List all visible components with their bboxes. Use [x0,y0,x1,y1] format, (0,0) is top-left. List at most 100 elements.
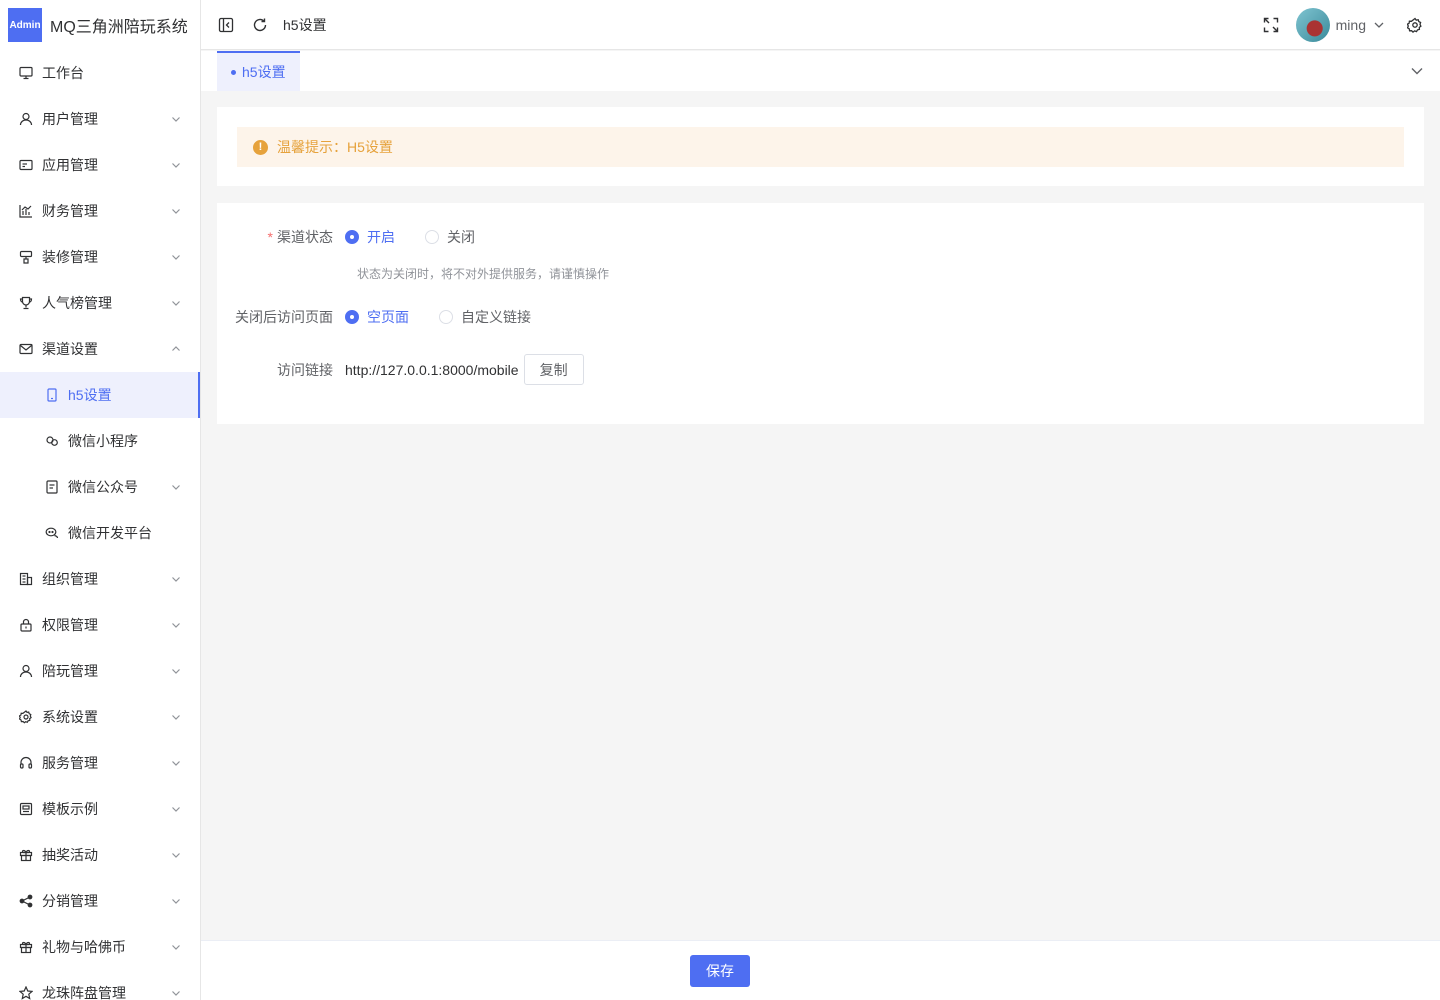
sidebar-item[interactable]: 微信公众号 [0,464,200,510]
channel-status-help: 状态为关闭时，将不对外提供服务，请谨慎操作 [357,267,610,281]
save-button[interactable]: 保存 [690,955,750,987]
sidebar-item-label: 权限管理 [42,617,98,633]
gift-icon [18,847,34,863]
sidebar-item[interactable]: 系统设置 [0,694,200,740]
chevron-down-icon [170,665,182,677]
sidebar-item-label: 组织管理 [42,571,98,587]
radio-circle [425,230,439,244]
channel-status-label: * 渠道状态 [267,229,333,245]
sidebar-item-label: 抽奖活动 [42,847,98,863]
radio-channel-open[interactable]: 开启 [345,227,395,247]
star-icon [18,985,34,1000]
username[interactable]: ming [1336,17,1366,33]
person-icon [18,663,34,679]
sidebar-item-label: 渠道设置 [42,341,98,357]
sidebar-item[interactable]: 模板示例 [0,786,200,832]
mail-icon [18,341,34,357]
copy-button[interactable]: 复制 [523,354,584,385]
chevron-down-icon [170,205,182,217]
sidebar-item[interactable]: 装修管理 [0,234,200,280]
tabs-bar: h5设置 [201,51,1440,91]
sidebar-item-label: 服务管理 [42,755,98,771]
chevron-down-icon [170,757,182,769]
logo[interactable]: Admin MQ三角洲陪玩系统 [0,0,200,50]
alert-text: 温馨提示：H5设置 [277,139,393,155]
channel-status-row: * 渠道状态 开启 关闭 [217,227,505,247]
chevron-down-icon [170,849,182,861]
app-title: MQ三角洲陪玩系统 [50,19,188,36]
radio-blank-page[interactable]: 空页面 [345,307,409,327]
radio-circle [345,310,359,324]
sidebar-item[interactable]: h5设置 [0,372,200,418]
chevron-down-icon [170,297,182,309]
chevron-up-icon [170,343,182,355]
warning-icon: ! [253,139,268,155]
chevron-down-icon [170,251,182,263]
gear-icon[interactable] [1406,16,1424,34]
sidebar-item[interactable]: 微信开发平台 [0,510,200,556]
radio-custom-link[interactable]: 自定义链接 [439,307,531,327]
sidebar-item-label: 陪玩管理 [42,663,98,679]
sidebar-item-label: 模板示例 [42,801,98,817]
sidebar-item[interactable]: 权限管理 [0,602,200,648]
chart-icon [18,203,34,219]
monitor-icon [18,65,34,81]
breadcrumb[interactable]: h5设置 [283,15,327,35]
tab-h5-settings[interactable]: h5设置 [217,51,300,91]
access-link-label: 访问链接 [277,361,333,378]
sidebar-item[interactable]: 渠道设置 [0,326,200,372]
access-link-row: 访问链接 http://127.0.0.1:8000/mobile 复制 [217,354,584,385]
sidebar-item-label: 装修管理 [42,249,98,265]
sidebar-item-label: h5设置 [68,387,112,403]
sidebar-item[interactable]: 微信小程序 [0,418,200,464]
gear-icon [18,709,34,725]
top-header: h5设置 ming [201,0,1440,50]
sidebar-item[interactable]: 礼物与哈佛币 [0,924,200,970]
sidebar-item-label: 微信开发平台 [68,525,152,541]
sidebar-item[interactable]: 抽奖活动 [0,832,200,878]
radio-circle [439,310,453,324]
sidebar-item-label: 财务管理 [42,203,98,219]
sidebar-item[interactable]: 龙珠阵盘管理 [0,970,200,1000]
template-icon [18,801,34,817]
sidebar-item[interactable]: 人气榜管理 [0,280,200,326]
sidebar-item-label: 微信小程序 [68,433,138,449]
chevron-down-icon [170,159,182,171]
logo-badge: Admin [8,8,42,42]
footer-bar: 保存 [201,940,1440,1000]
sidebar-item[interactable]: 应用管理 [0,142,200,188]
chevron-down-icon [170,113,182,125]
chevron-down-icon [170,619,182,631]
chevron-down-icon [170,987,182,999]
sidebar-item[interactable]: 组织管理 [0,556,200,602]
chevron-down-icon [170,941,182,953]
sidebar-item[interactable]: 财务管理 [0,188,200,234]
chevron-down-icon [170,711,182,723]
lock-icon [18,617,34,633]
sidebar-item[interactable]: 工作台 [0,50,200,96]
collapse-sidebar-icon[interactable] [217,16,235,34]
avatar[interactable] [1295,7,1330,42]
chevron-down-icon[interactable] [1370,16,1388,34]
refresh-icon[interactable] [251,16,269,34]
closed-page-label: 关闭后访问页面 [235,309,333,325]
brush-icon [18,249,34,265]
trophy-icon [18,295,34,311]
settings-form: * 渠道状态 开启 关闭 状态为关闭时，将不对外提供服务，请谨慎操作 关闭后访问页… [217,203,1424,424]
sidebar-item-label: 系统设置 [42,709,98,725]
headset-icon [18,755,34,771]
sidebar-item[interactable]: 用户管理 [0,96,200,142]
sidebar-item[interactable]: 分销管理 [0,878,200,924]
share-icon [18,893,34,909]
chat-icon [44,525,60,541]
sidebar-item-label: 人气榜管理 [42,295,112,311]
sidebar-item[interactable]: 陪玩管理 [0,648,200,694]
fullscreen-icon[interactable] [1262,16,1280,34]
chevron-down-icon[interactable] [1408,62,1426,80]
access-link-value: http://127.0.0.1:8000/mobile [345,361,519,378]
sidebar-item[interactable]: 服务管理 [0,740,200,786]
chevron-down-icon [170,573,182,585]
sidebar-item-label: 微信公众号 [68,479,138,495]
phone-icon [44,387,60,403]
radio-channel-close[interactable]: 关闭 [425,227,475,247]
